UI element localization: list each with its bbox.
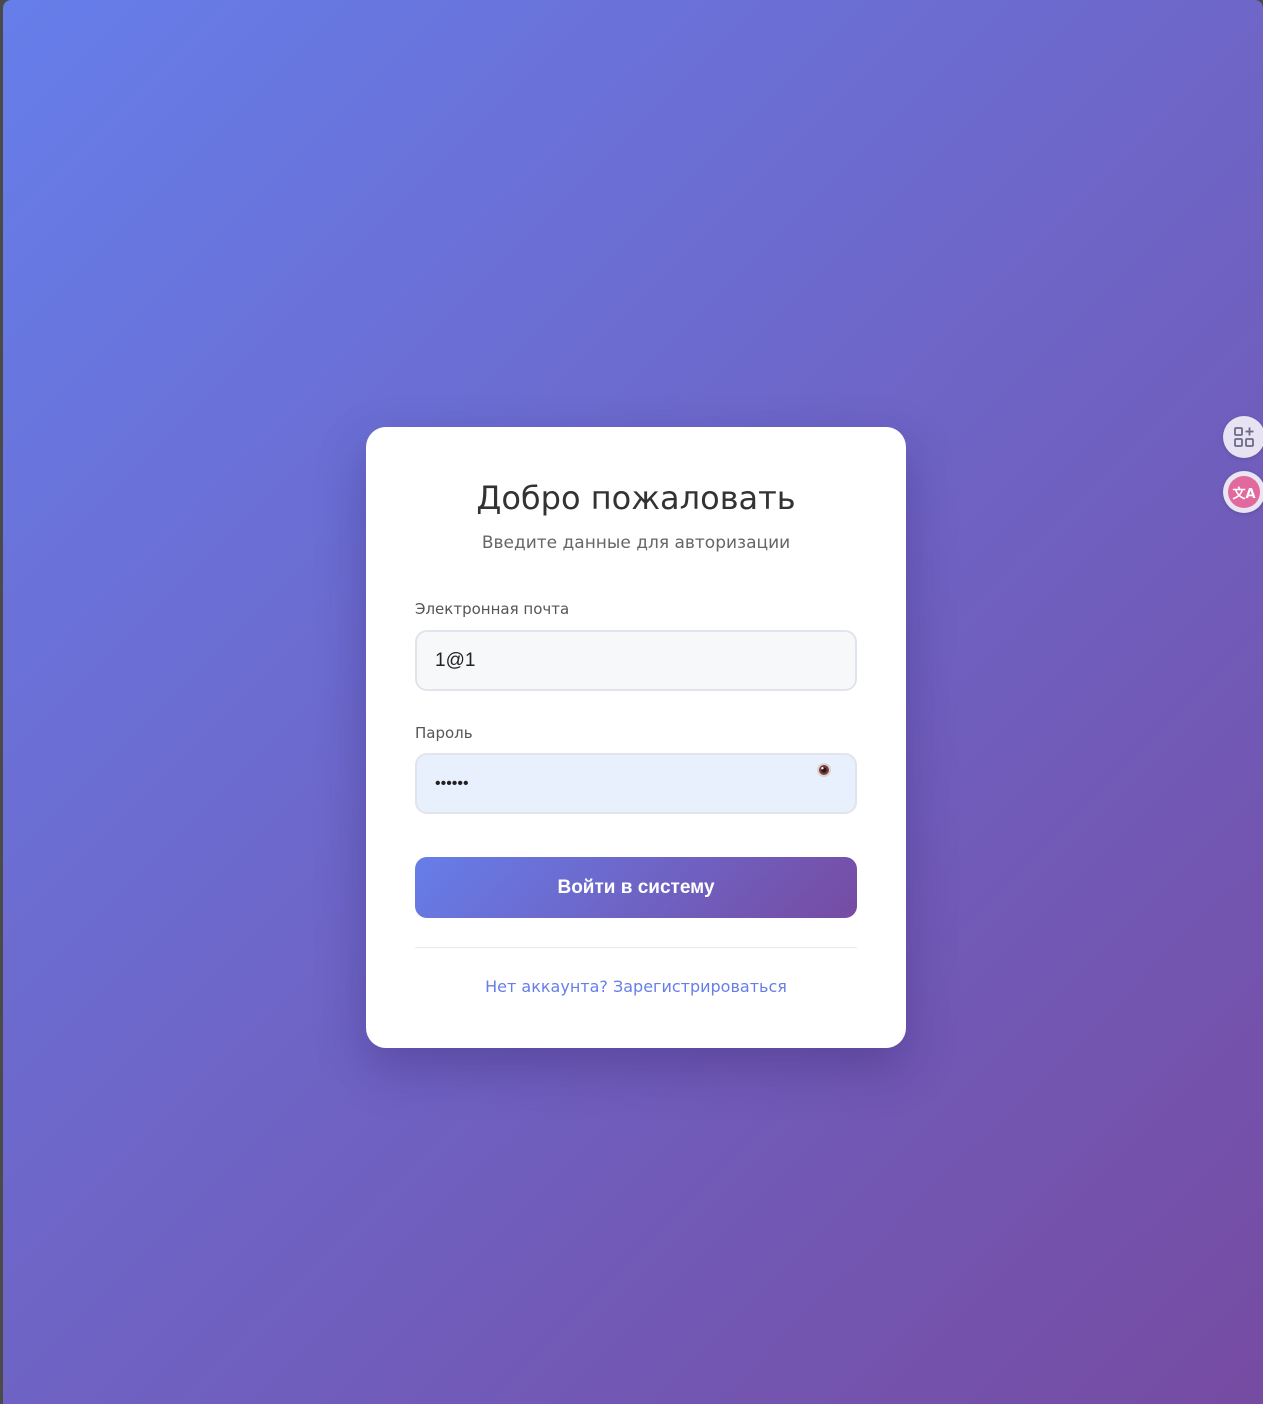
login-card: Добро пожаловать Введите данные для авто…: [366, 427, 906, 1048]
page-subtitle: Введите данные для авторизации: [481, 533, 791, 553]
translate-icon[interactable]: 文A: [1223, 471, 1263, 513]
password-label: Пароль: [415, 724, 473, 742]
login-button[interactable]: Войти в систему: [415, 857, 857, 918]
page-title: Добро пожаловать: [476, 479, 796, 517]
page-background: Добро пожаловать Введите данные для авто…: [3, 0, 1263, 1404]
email-label: Электронная почта: [415, 600, 570, 618]
apps-add-icon[interactable]: [1223, 416, 1263, 458]
eye-icon[interactable]: [815, 761, 833, 779]
translate-glyph: 文A: [1228, 476, 1260, 508]
email-field[interactable]: [415, 630, 857, 691]
register-link[interactable]: Нет аккаунта? Зарегистрироваться: [366, 977, 906, 996]
divider: [415, 947, 857, 948]
password-field[interactable]: [415, 753, 857, 814]
